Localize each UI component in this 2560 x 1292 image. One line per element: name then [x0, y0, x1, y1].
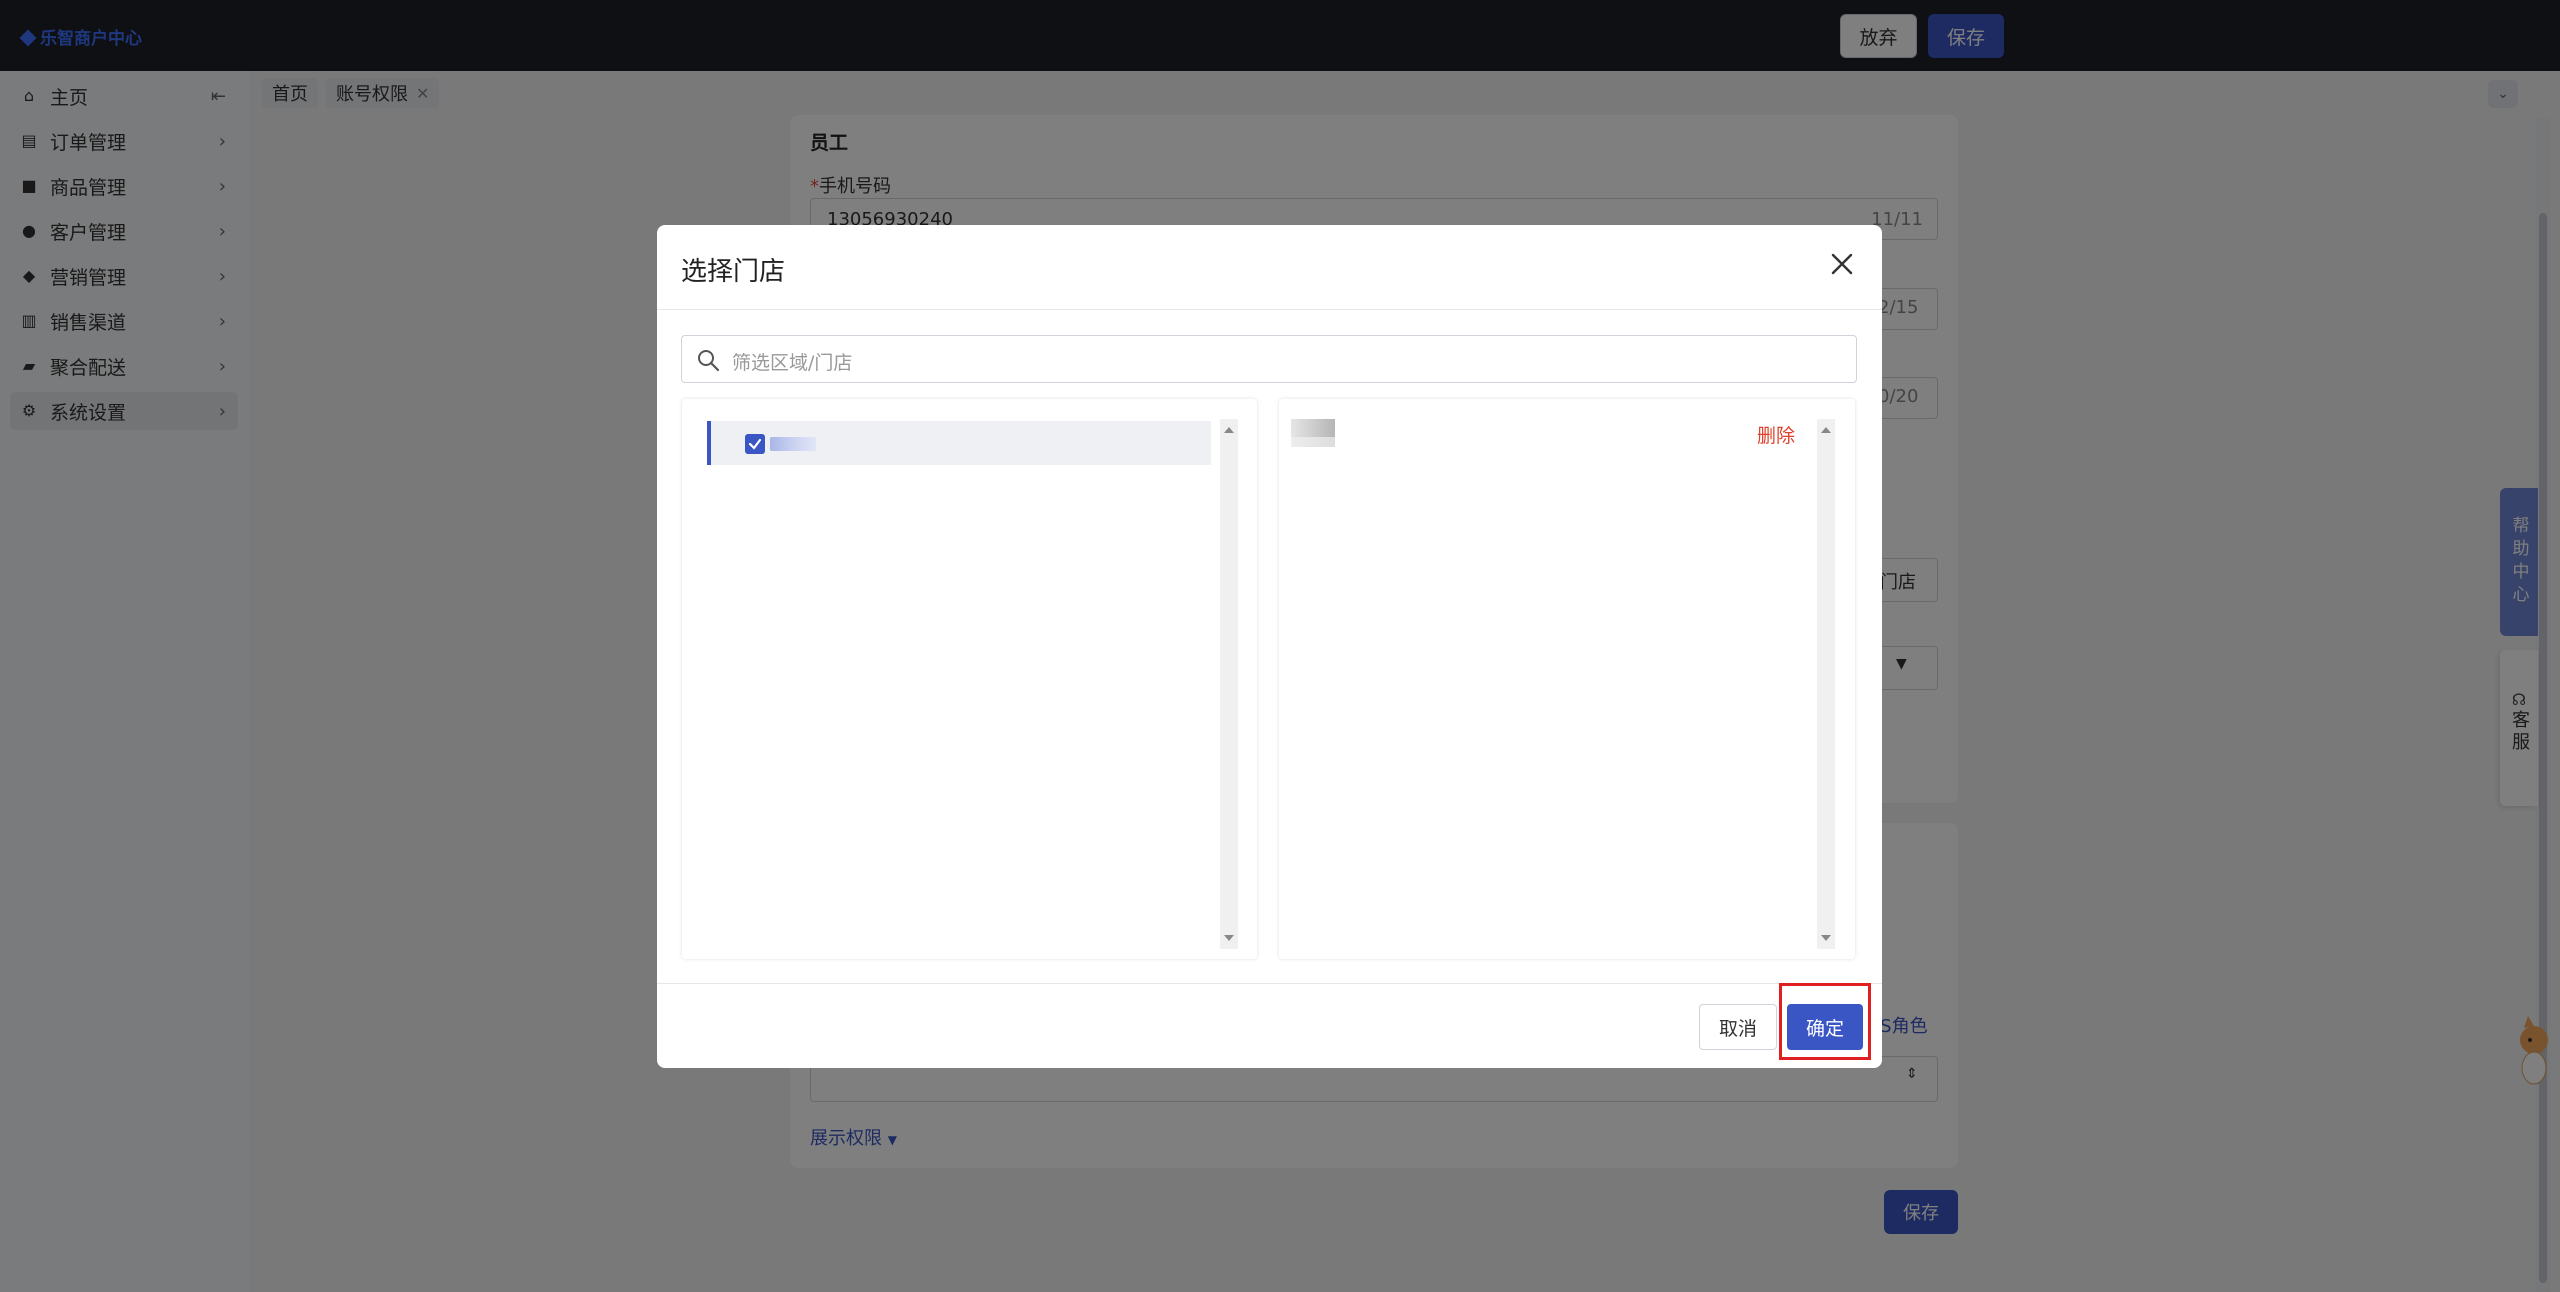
divider: [657, 309, 1882, 310]
dialog-title: 选择门店: [681, 257, 786, 287]
close-icon[interactable]: [1827, 249, 1857, 279]
store-search-input[interactable]: 筛选区域/门店: [681, 335, 1857, 383]
scroll-down-icon[interactable]: [1224, 935, 1234, 941]
highlight-box: [1779, 983, 1871, 1060]
selected-stores-panel: 删除: [1279, 399, 1855, 959]
search-placeholder: 筛选区域/门店: [732, 352, 853, 374]
selected-indicator: [707, 421, 711, 465]
left-panel-scrollbar[interactable]: [1220, 419, 1238, 949]
delete-link[interactable]: 删除: [1757, 421, 1795, 448]
blurred-selected-store-sub: [1291, 437, 1335, 447]
cancel-button[interactable]: 取消: [1699, 1004, 1777, 1050]
search-icon: [698, 350, 720, 372]
blurred-store-name: [770, 437, 816, 451]
scroll-down-icon[interactable]: [1821, 935, 1831, 941]
blurred-selected-store: [1291, 419, 1335, 437]
checkbox-checked[interactable]: [745, 434, 765, 454]
scroll-up-icon[interactable]: [1821, 427, 1831, 433]
right-panel-scrollbar[interactable]: [1817, 419, 1835, 949]
select-store-dialog: 选择门店 筛选区域/门店 删除 取消 确定: [657, 225, 1882, 1068]
store-tree-panel: [682, 399, 1257, 959]
divider: [657, 983, 1882, 984]
scroll-up-icon[interactable]: [1224, 427, 1234, 433]
